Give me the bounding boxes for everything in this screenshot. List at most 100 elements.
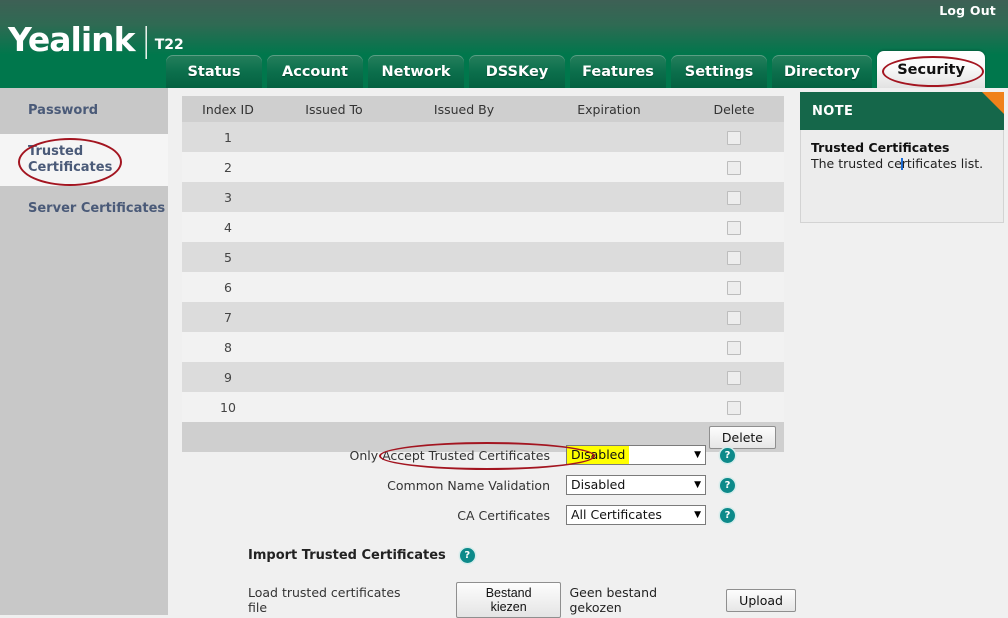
sidebar-item-password[interactable]: Password (0, 88, 168, 134)
sidebar-item-server-certificates[interactable]: Server Certificates (0, 186, 168, 232)
cell-index: 3 (224, 189, 232, 205)
row-delete-checkbox[interactable] (727, 280, 741, 295)
table-row[interactable]: 2 (182, 152, 784, 182)
note-panel-body: Trusted Certificates The trusted certifi… (800, 130, 1004, 223)
cell-delete (684, 159, 784, 175)
sidebar-item-label: Server Certificates (28, 201, 166, 216)
field-ca-certificates: CA Certificates All Certificates ▼ ? (182, 500, 784, 530)
tab-label: Directory (784, 63, 861, 80)
sidebar: Password Trusted Certificates Server Cer… (0, 88, 168, 615)
table-row[interactable]: 8 (182, 332, 784, 362)
sidebar-item-label: Password (28, 103, 99, 118)
tab-label: DSSKey (485, 63, 549, 80)
cell-delete (684, 219, 784, 235)
logout-link[interactable]: Log Out (939, 3, 996, 18)
sidebar-item-trusted-certificates[interactable]: Trusted Certificates (0, 134, 168, 186)
table-row[interactable]: 9 (182, 362, 784, 392)
table-row[interactable]: 6 (182, 272, 784, 302)
field-label: Common Name Validation (387, 477, 550, 493)
trusted-certificates-table: Index ID Issued To Issued By Expiration … (182, 96, 784, 452)
cell-delete (684, 339, 784, 355)
table-row[interactable]: 3 (182, 182, 784, 212)
choose-file-button[interactable]: Bestand kiezen (455, 582, 562, 618)
table-row[interactable]: 1 (182, 122, 784, 152)
row-delete-checkbox[interactable] (727, 400, 741, 415)
certificate-settings-form: Only Accept Trusted Certificates Disable… (182, 440, 784, 530)
column-header-issued-by: Issued By (433, 101, 495, 117)
cell-delete (684, 399, 784, 415)
import-section-title: Import Trusted Certificates ? (248, 548, 475, 563)
ca-certificates-select[interactable]: All Certificates ▼ (566, 505, 706, 525)
file-status-text: Geen bestand gekozen (569, 585, 658, 615)
common-name-validation-select[interactable]: Disabled ▼ (566, 475, 706, 495)
cell-delete (684, 249, 784, 265)
tab-account[interactable]: Account (267, 55, 363, 88)
row-delete-checkbox[interactable] (727, 190, 741, 205)
cell-delete (684, 369, 784, 385)
select-value: Disabled (571, 477, 626, 492)
column-header-index-id: Index ID (202, 101, 254, 117)
row-delete-checkbox[interactable] (727, 160, 741, 175)
help-icon[interactable]: ? (720, 477, 735, 493)
main-content: Index ID Issued To Issued By Expiration … (168, 88, 796, 618)
table-row[interactable]: 7 (182, 302, 784, 332)
tab-directory[interactable]: Directory (772, 55, 873, 88)
cell-index: 9 (224, 369, 232, 385)
row-delete-checkbox[interactable] (727, 370, 741, 385)
cell-index: 8 (224, 339, 232, 355)
cell-index: 10 (220, 399, 236, 415)
field-label: CA Certificates (457, 507, 550, 523)
column-header-issued-to: Issued To (305, 101, 363, 117)
table-row[interactable]: 4 (182, 212, 784, 242)
cell-delete (684, 309, 784, 325)
table-header-row: Index ID Issued To Issued By Expiration … (182, 96, 784, 122)
main-nav-tabs: Status Account Network DSSKey Features S… (166, 47, 986, 88)
tab-label: Network (381, 63, 451, 80)
help-icon[interactable]: ? (720, 447, 735, 463)
cell-delete (684, 279, 784, 295)
row-delete-checkbox[interactable] (727, 340, 741, 355)
cell-index: 4 (224, 219, 232, 235)
chevron-down-icon: ▼ (694, 450, 701, 460)
table-row[interactable]: 5 (182, 242, 784, 272)
row-delete-checkbox[interactable] (727, 310, 741, 325)
tab-network[interactable]: Network (368, 55, 464, 88)
tab-security[interactable]: Security (877, 51, 986, 88)
tab-label: Settings (684, 63, 754, 80)
tab-settings[interactable]: Settings (671, 55, 767, 88)
note-header-label: NOTE (812, 103, 854, 119)
row-delete-checkbox[interactable] (727, 130, 741, 145)
tab-status[interactable]: Status (166, 55, 262, 88)
column-header-expiration: Expiration (577, 101, 641, 117)
upload-button[interactable]: Upload (726, 588, 796, 612)
note-description: The trusted certificates list. (811, 156, 983, 171)
note-text-before: The trusted ce (811, 156, 902, 171)
note-panel-header: NOTE (800, 92, 1004, 130)
only-accept-trusted-certificates-select[interactable]: Disabled ▼ (566, 445, 706, 465)
cell-index: 5 (224, 249, 232, 265)
field-label: Only Accept Trusted Certificates (349, 447, 551, 463)
folded-corner-icon (982, 92, 1004, 114)
brand-logo: Yealink | T22 (8, 20, 184, 59)
tab-label: Account (282, 63, 348, 80)
note-text-after: rtificates list. (901, 156, 984, 171)
table-row[interactable]: 10 (182, 392, 784, 422)
help-icon[interactable]: ? (459, 548, 475, 563)
row-delete-checkbox[interactable] (727, 220, 741, 235)
import-title-text: Import Trusted Certificates (248, 548, 446, 563)
tab-dsskey[interactable]: DSSKey (469, 55, 565, 88)
note-title: Trusted Certificates (811, 140, 950, 155)
help-icon[interactable]: ? (720, 507, 735, 523)
tab-label: Security (897, 61, 965, 78)
row-delete-checkbox[interactable] (727, 250, 741, 265)
cell-index: 1 (224, 129, 232, 145)
load-file-label: Load trusted certificates file (248, 585, 401, 615)
cell-index: 6 (224, 279, 232, 295)
tab-features[interactable]: Features (570, 55, 666, 88)
tab-label: Features (582, 63, 654, 80)
cell-index: 7 (224, 309, 232, 325)
cell-delete (684, 129, 784, 145)
sidebar-item-label: Trusted Certificates (28, 144, 113, 175)
cell-delete (684, 189, 784, 205)
brand-divider: | (140, 20, 152, 59)
